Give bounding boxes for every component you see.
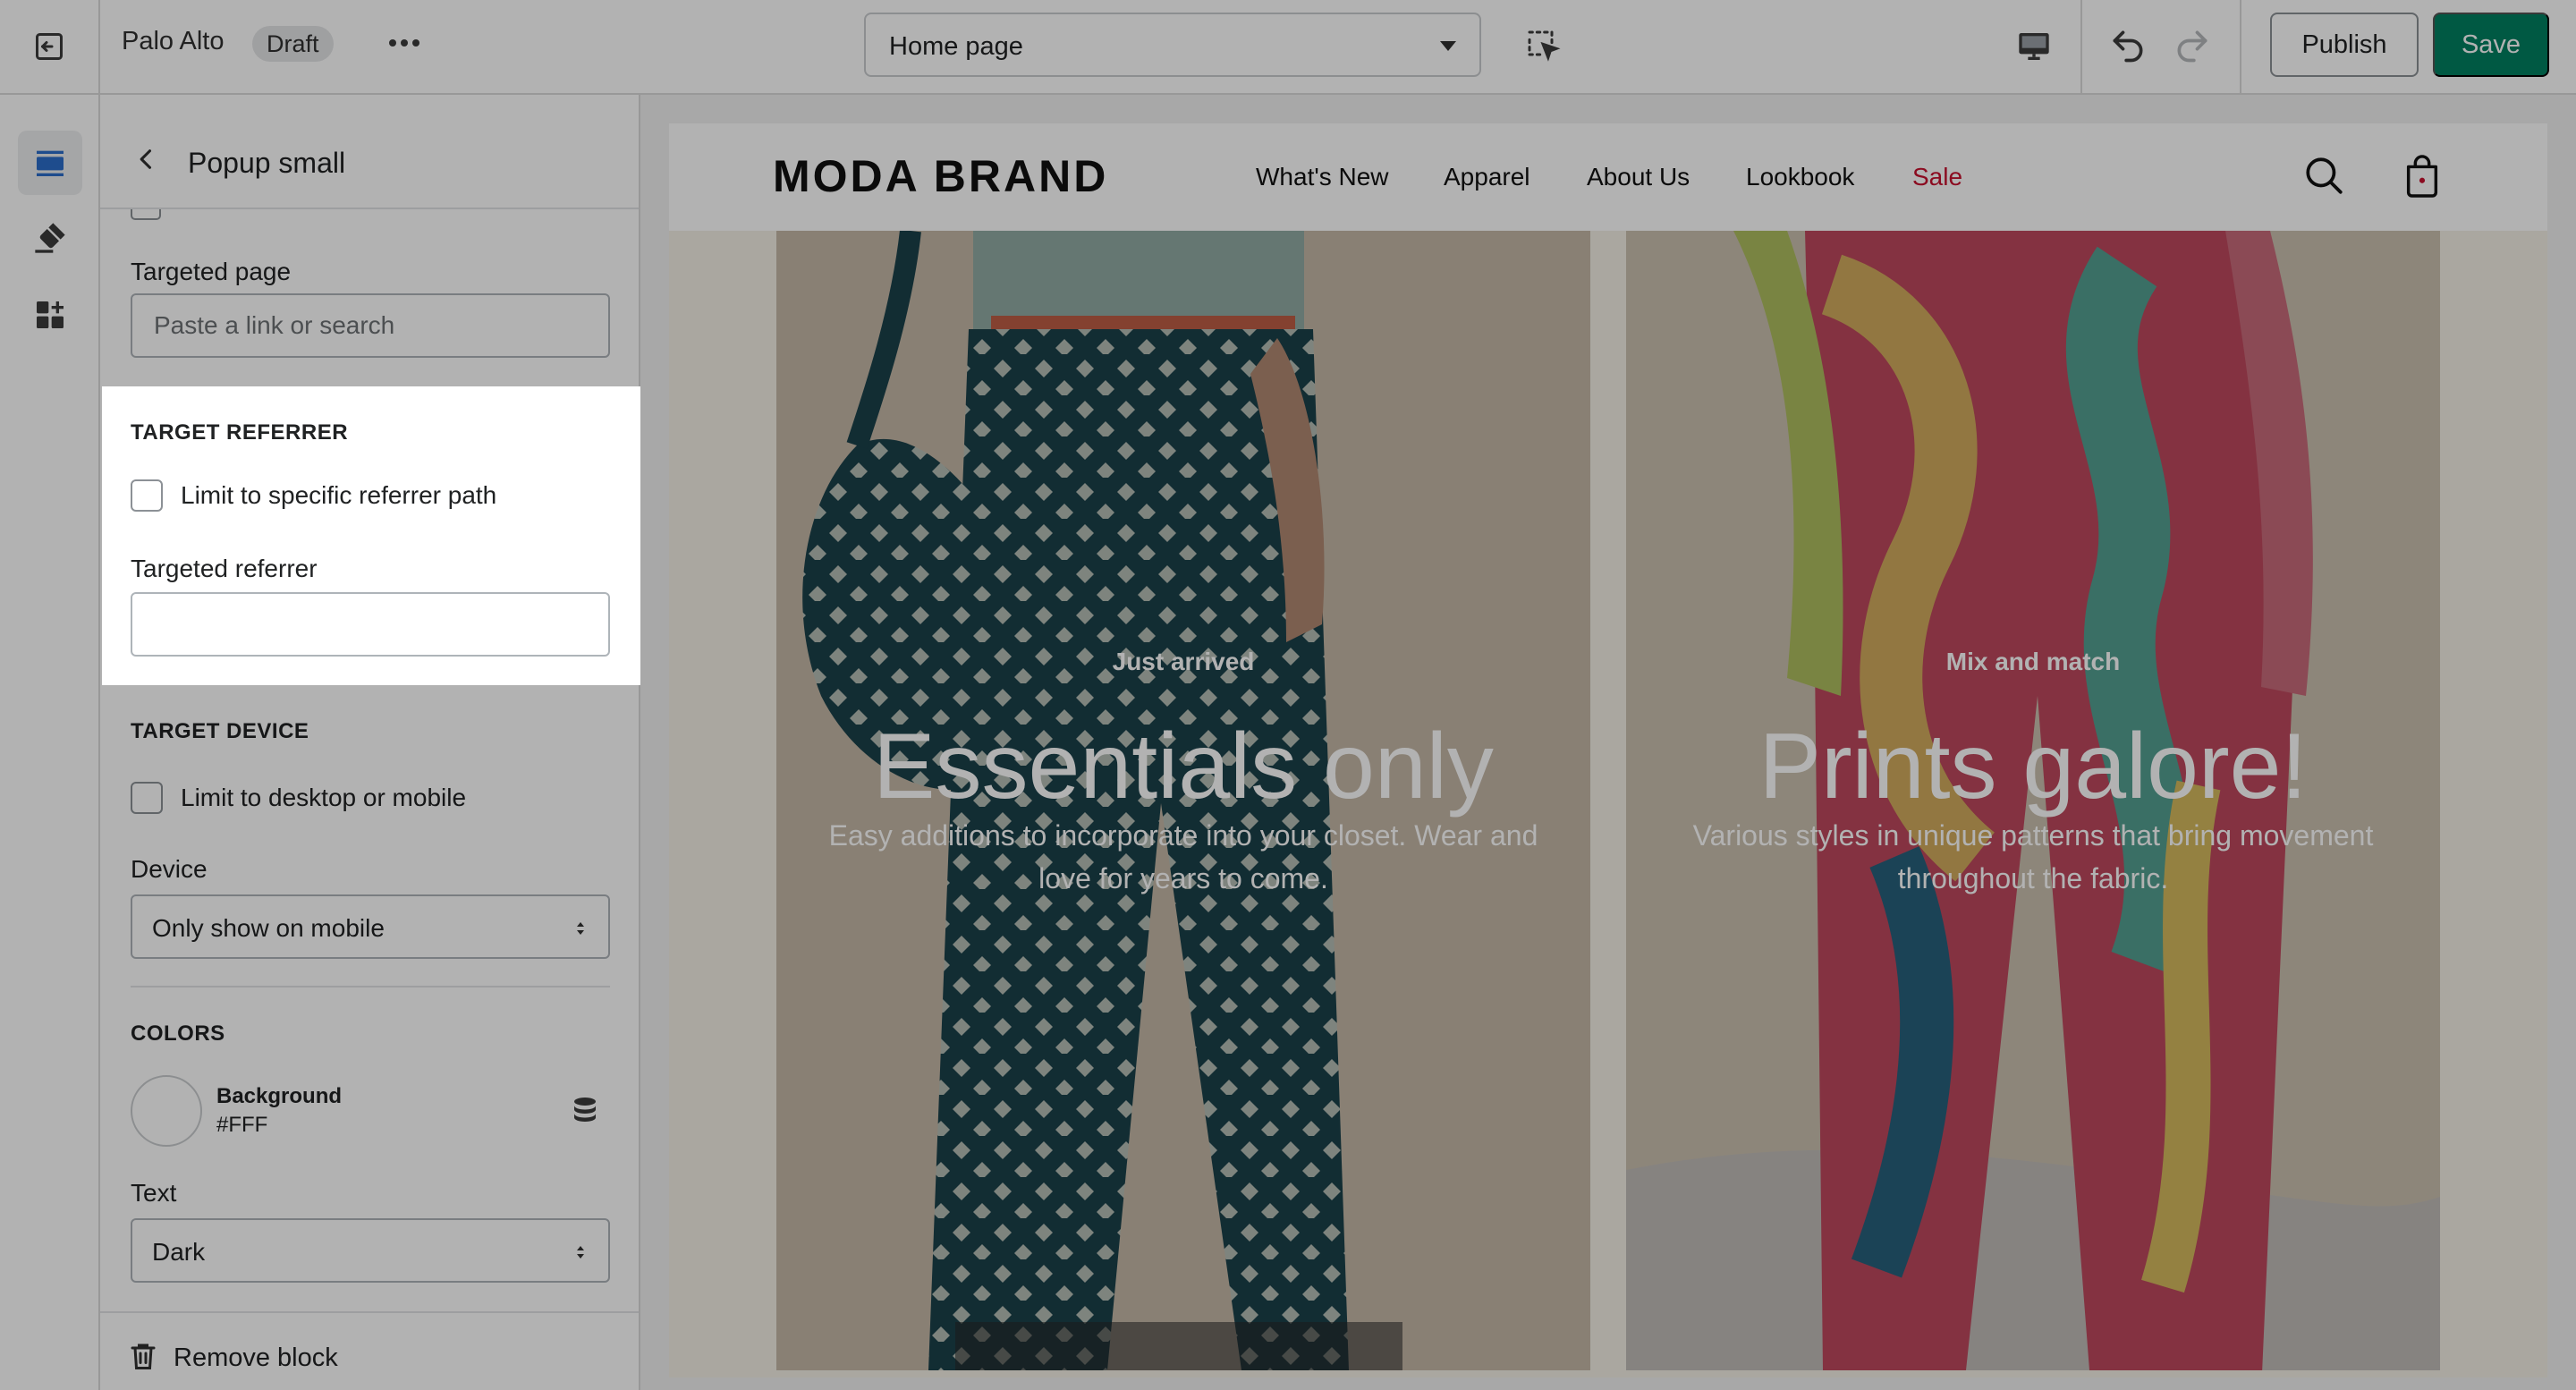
device-limit-checkbox[interactable] [131,782,163,814]
store-logo[interactable]: MODA BRAND [773,150,1108,202]
nav-link-apparel[interactable]: Apparel [1444,163,1530,191]
settings-panel: Popup small Targeted page TARGET DEVICE … [100,95,640,1390]
more-icon [389,39,419,47]
inspect-button[interactable] [1521,23,1565,68]
chevron-down-icon [1440,41,1456,51]
text-color-label: Text [131,1179,177,1207]
target-referrer-heading: TARGET REFERRER [131,420,349,445]
targeted-referrer-input[interactable] [132,594,608,655]
inspect-icon [1528,30,1561,62]
referrer-limit-row[interactable]: Limit to specific referrer path [131,478,496,513]
remove-block-button[interactable]: Remove block [100,1311,639,1390]
theme-settings-icon [35,223,65,253]
divider [2080,0,2082,93]
page-selector-value: Home page [889,32,1023,61]
redo-icon [2177,30,2207,63]
store-cart-button[interactable] [2397,150,2447,200]
device-limit-label: Limit to desktop or mobile [181,784,467,811]
referrer-limit-checkbox[interactable] [131,479,163,512]
targeted-page-input[interactable] [132,295,608,356]
rail-sections-button[interactable] [18,131,82,195]
hero-description: Various styles in unique patterns that b… [1692,819,2374,894]
undo-icon [2113,30,2143,63]
redo-button[interactable] [2168,21,2216,70]
device-preview-button[interactable] [2011,23,2057,70]
targeted-page-input-wrap [131,293,610,358]
nav-link-whats-new[interactable]: What's New [1256,163,1389,191]
hero-kicker: Mix and match [1945,648,2121,675]
trash-icon [131,1343,156,1369]
divider [131,986,610,987]
save-button[interactable]: Save [2433,13,2549,77]
device-label: Device [131,855,208,883]
sections-icon [37,150,64,176]
panel-title: Popup small [188,147,346,179]
page-selector[interactable]: Home page [864,13,1481,77]
targeted-page-label: Targeted page [131,258,292,285]
text-color-select[interactable]: Dark [131,1218,610,1283]
select-arrows-icon [577,1246,584,1259]
color-scheme-button[interactable] [567,1093,603,1129]
rail-app-embeds-button[interactable] [18,283,82,347]
search-icon [2306,157,2343,194]
device-select-value: Only show on mobile [152,914,385,942]
nav-link-sale[interactable]: Sale [1912,163,1962,191]
hero-description: Easy additions to incorporate into your … [828,819,1538,894]
background-color-value: #FFF [216,1113,268,1137]
colors-heading: COLORS [131,1021,225,1046]
status-badge: Draft [252,26,334,62]
desktop-icon [2019,33,2049,60]
hero-title: Essentials only [873,715,1494,818]
shopping-bag-icon [2406,155,2438,198]
top-bar: Palo Alto Draft Home page Publish Save [0,0,2576,95]
divider [2240,0,2241,93]
left-rail [0,95,100,1390]
back-button[interactable] [129,141,165,177]
text-color-value: Dark [152,1238,206,1266]
exit-button[interactable] [0,0,100,93]
publish-button[interactable]: Publish [2270,13,2419,77]
undo-button[interactable] [2104,21,2152,70]
referrer-limit-label: Limit to specific referrer path [181,481,497,509]
nav-link-lookbook[interactable]: Lookbook [1746,163,1854,191]
device-limit-row[interactable]: Limit to desktop or mobile [131,780,466,816]
chevron-left-icon [140,149,152,169]
panel-header: Popup small [100,95,639,209]
more-actions-button[interactable] [385,23,424,63]
nav-link-about-us[interactable]: About Us [1587,163,1690,191]
store-search-button[interactable] [2299,150,2349,200]
remove-block-label: Remove block [174,1343,338,1372]
hero-kicker: Just arrived [1112,648,1255,675]
rail-theme-settings-button[interactable] [18,206,82,270]
exit-icon [36,33,63,60]
targeted-referrer-input-wrap [131,592,610,657]
store-name: Palo Alto [122,27,225,55]
background-color-swatch[interactable] [131,1075,202,1147]
store-header: MODA BRAND What's New Apparel About Us L… [669,123,2547,231]
storefront-preview: MODA BRAND What's New Apparel About Us L… [669,123,2547,1377]
select-arrows-icon [577,922,584,935]
target-referrer-section: TARGET REFERRER Limit to specific referr… [102,386,640,685]
app-embeds-icon [37,301,64,328]
targeted-referrer-label: Targeted referrer [131,555,318,582]
device-select[interactable]: Only show on mobile [131,894,610,959]
database-icon [574,1098,596,1122]
hero-card-prints[interactable]: Mix and match Prints galore! Various sty… [1626,231,2440,1370]
hero-card-essentials[interactable]: Just arrived Essentials only Easy additi… [776,231,1590,1370]
hero-title: Prints galore! [1758,715,2308,818]
target-device-heading: TARGET DEVICE [131,719,309,743]
background-color-label: Background [216,1084,343,1108]
